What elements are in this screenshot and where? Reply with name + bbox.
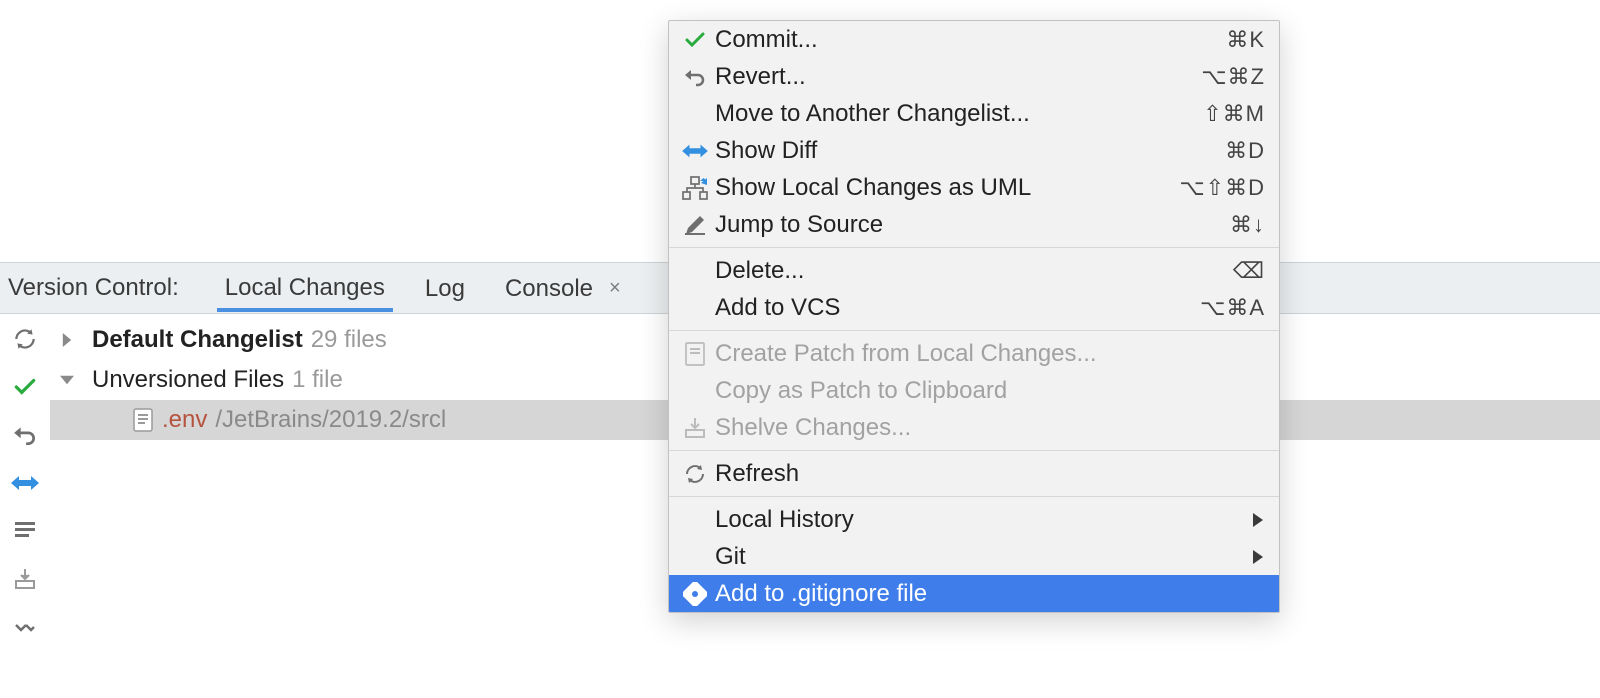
expander-expanded-icon[interactable] (60, 373, 84, 387)
menu-item-copy-as-patch-to-clipboard: Copy as Patch to Clipboard (669, 372, 1279, 409)
menu-item-label: Shelve Changes... (713, 414, 1265, 442)
tab-local-changes[interactable]: Local Changes (217, 264, 393, 312)
refresh-icon (677, 462, 713, 486)
menu-item-shortcut: ⌘K (1226, 27, 1265, 53)
menu-item-label: Refresh (713, 460, 1265, 488)
menu-item-shortcut: ⌥⇧⌘D (1179, 175, 1265, 201)
menu-item-add-to-vcs[interactable]: Add to VCS⌥⌘A (669, 289, 1279, 326)
menu-item-label: Add to VCS (713, 294, 1200, 322)
file-path: /JetBrains/2019.2/srcl (215, 406, 446, 434)
menu-item-add-to-gitignore-file[interactable]: Add to .gitignore file (669, 575, 1279, 612)
context-menu: Commit...⌘KRevert...⌥⌘ZMove to Another C… (668, 20, 1280, 613)
submenu-arrow-icon (1253, 513, 1265, 527)
menu-item-git[interactable]: Git (669, 538, 1279, 575)
menu-separator (669, 450, 1279, 451)
menu-item-label: Jump to Source (713, 211, 1230, 239)
expand-all-icon[interactable] (10, 612, 40, 642)
menu-item-shortcut: ⇧⌘M (1203, 101, 1265, 127)
menu-item-refresh[interactable]: Refresh (669, 455, 1279, 492)
gitignore-icon (677, 582, 713, 606)
changelist-name: Default Changelist (92, 326, 303, 354)
revert-icon (677, 65, 713, 89)
menu-item-jump-to-source[interactable]: Jump to Source⌘↓ (669, 206, 1279, 243)
unversioned-label: Unversioned Files (92, 366, 284, 394)
menu-item-show-diff[interactable]: Show Diff⌘D (669, 132, 1279, 169)
side-toolbar (0, 314, 50, 698)
close-icon[interactable]: × (609, 277, 621, 300)
menu-item-label: Show Local Changes as UML (713, 174, 1179, 202)
menu-item-label: Revert... (713, 63, 1201, 91)
file-name: .env (162, 406, 207, 434)
menu-item-label: Git (713, 543, 1253, 571)
menu-item-local-history[interactable]: Local History (669, 501, 1279, 538)
tab-log[interactable]: Log (417, 265, 473, 312)
menu-item-label: Copy as Patch to Clipboard (713, 377, 1265, 405)
diff-icon (677, 140, 713, 162)
submenu-arrow-icon (1253, 550, 1265, 564)
toolwindow-title: Version Control: (8, 274, 179, 302)
menu-item-shelve-changes: Shelve Changes... (669, 409, 1279, 446)
menu-separator (669, 330, 1279, 331)
uml-icon (677, 176, 713, 200)
unversioned-count: 1 file (292, 366, 343, 394)
menu-separator (669, 247, 1279, 248)
menu-item-label: Move to Another Changelist... (713, 100, 1203, 128)
menu-item-create-patch-from-local-changes: Create Patch from Local Changes... (669, 335, 1279, 372)
menu-item-label: Local History (713, 506, 1253, 534)
menu-item-revert[interactable]: Revert...⌥⌘Z (669, 58, 1279, 95)
changelist-count: 29 files (311, 326, 387, 354)
menu-item-label: Show Diff (713, 137, 1225, 165)
menu-separator (669, 496, 1279, 497)
menu-item-shortcut: ⌘↓ (1230, 212, 1265, 238)
menu-item-shortcut: ⌘D (1225, 138, 1265, 164)
menu-item-shortcut: ⌥⌘Z (1201, 64, 1265, 90)
menu-item-label: Create Patch from Local Changes... (713, 340, 1265, 368)
tab-console[interactable]: Console (497, 265, 601, 312)
diff-icon[interactable] (10, 468, 40, 498)
refresh-icon[interactable] (10, 324, 40, 354)
menu-item-label: Delete... (713, 257, 1233, 285)
menu-item-label: Add to .gitignore file (713, 580, 1265, 608)
edit-icon (677, 213, 713, 237)
commit-check-icon[interactable] (10, 372, 40, 402)
expander-collapsed-icon[interactable] (60, 333, 84, 347)
menu-item-show-local-changes-as-uml[interactable]: Show Local Changes as UML⌥⇧⌘D (669, 169, 1279, 206)
shelve-icon (677, 416, 713, 440)
changelist-icon[interactable] (10, 516, 40, 546)
menu-item-delete[interactable]: Delete...⌫ (669, 252, 1279, 289)
menu-item-move-to-another-changelist[interactable]: Move to Another Changelist...⇧⌘M (669, 95, 1279, 132)
menu-item-label: Commit... (713, 26, 1226, 54)
menu-item-commit[interactable]: Commit...⌘K (669, 21, 1279, 58)
shelve-icon[interactable] (10, 564, 40, 594)
patch-icon (677, 342, 713, 366)
menu-item-shortcut: ⌥⌘A (1200, 295, 1265, 321)
menu-item-shortcut: ⌫ (1233, 258, 1265, 284)
revert-icon[interactable] (10, 420, 40, 450)
file-icon (132, 407, 154, 433)
check-icon (677, 28, 713, 52)
